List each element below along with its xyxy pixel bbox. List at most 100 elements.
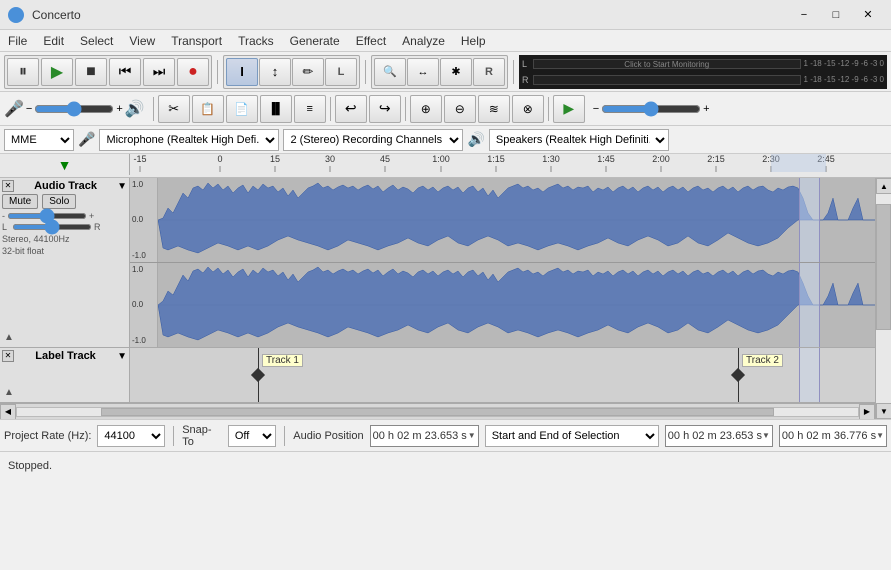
menu-edit[interactable]: Edit xyxy=(35,32,72,50)
api-select[interactable]: MME xyxy=(4,129,74,151)
menu-view[interactable]: View xyxy=(121,32,163,50)
selection-type-select[interactable]: Start and End of Selection xyxy=(485,425,659,447)
vscroll-down-button[interactable]: ▼ xyxy=(876,403,891,419)
playback-slider[interactable] xyxy=(601,105,701,113)
copy-button[interactable]: 📋 xyxy=(192,95,224,123)
speaker-select[interactable]: Speakers (Realtek High Definiti... xyxy=(489,129,669,151)
input-gain-slider[interactable] xyxy=(34,105,114,113)
label-track: ✕ Label Track ▼ ▲ Track 1 xyxy=(0,348,875,403)
envelope-tool-button[interactable]: ↕ xyxy=(259,58,291,86)
vu-meter-r[interactable] xyxy=(533,75,801,85)
label-text-1: Track 1 xyxy=(262,354,303,367)
label-text-2: Track 2 xyxy=(742,354,783,367)
edit-toolbar: 🎤 − + 🔊 ✂ 📋 📄 ▐▌ ≡ ↩ ↪ ⊕ ⊖ ≋ ⊗ ▶ − + xyxy=(0,92,891,126)
audio-track-waveform[interactable]: 1.0 0.0 -1.0 1.0 xyxy=(130,178,875,347)
audio-track-close-button[interactable]: ✕ xyxy=(2,180,14,192)
vu-meter-l[interactable]: Click to Start Monitoring xyxy=(533,59,801,69)
snap-to-select[interactable]: Off xyxy=(228,425,277,447)
microphone-select[interactable]: Microphone (Realtek High Defi... xyxy=(99,129,279,151)
hscroll-left-button[interactable]: ◀ xyxy=(0,404,16,420)
maximize-button[interactable]: □ xyxy=(821,4,851,26)
zoom-fit-button[interactable]: ⊖ xyxy=(444,95,476,123)
mic-button-r[interactable]: R xyxy=(473,58,505,86)
multi-tool-button[interactable]: ✱ xyxy=(440,58,472,86)
hscroll-track[interactable] xyxy=(16,407,859,417)
svg-text:30: 30 xyxy=(325,154,335,164)
audio-position-label: Audio Position xyxy=(293,430,363,442)
channels-select[interactable]: 2 (Stereo) Recording Channels xyxy=(283,129,463,151)
mute-button[interactable]: Mute xyxy=(2,194,38,209)
paste-button[interactable]: 📄 xyxy=(226,95,258,123)
track-collapse-icon[interactable]: ▲ xyxy=(4,332,14,343)
draw-tool-button[interactable]: ✏ xyxy=(292,58,324,86)
menu-select[interactable]: Select xyxy=(72,32,121,50)
separator-2 xyxy=(365,60,366,84)
selection-start-dropdown[interactable]: ▼ xyxy=(762,431,770,440)
menu-help[interactable]: Help xyxy=(453,32,494,50)
pause-button[interactable]: ⏸ xyxy=(7,58,39,86)
pan-slider[interactable] xyxy=(12,224,92,230)
ruler-scale: -15 0 15 30 45 1:00 1:15 1:30 1:45 xyxy=(130,154,875,175)
vscroll-up-button[interactable]: ▲ xyxy=(876,178,891,194)
zoom-in-button[interactable]: 🔍 xyxy=(374,58,406,86)
vu-l-label: L xyxy=(522,59,530,69)
menu-tracks[interactable]: Tracks xyxy=(230,32,282,50)
undo-button[interactable]: ↩ xyxy=(335,95,367,123)
project-rate-label: Project Rate (Hz): xyxy=(4,430,91,442)
mic-button-l[interactable]: L xyxy=(325,58,357,86)
menu-transport[interactable]: Transport xyxy=(163,32,230,50)
label-track-collapse-icon[interactable]: ▲ xyxy=(4,387,14,398)
redo-button[interactable]: ↪ xyxy=(369,95,401,123)
svg-text:-15: -15 xyxy=(133,154,146,164)
selection-end-dropdown[interactable]: ▼ xyxy=(876,431,884,440)
ruler: ▼ -15 0 15 30 45 1:00 1:15 1: xyxy=(0,154,891,178)
vu-r-label: R xyxy=(522,75,530,85)
vscroll-track[interactable] xyxy=(876,194,891,403)
selection-start-input[interactable]: 00 h 02 m 23.653 s ▼ xyxy=(665,425,773,447)
cut-button[interactable]: ✂ xyxy=(158,95,190,123)
solo-button[interactable]: Solo xyxy=(42,194,76,209)
menu-generate[interactable]: Generate xyxy=(282,32,348,50)
label-track-dropdown-icon[interactable]: ▼ xyxy=(117,351,127,362)
zoom-wav-button[interactable]: ≋ xyxy=(478,95,510,123)
hscroll-right-button[interactable]: ▶ xyxy=(859,404,875,420)
separator-1 xyxy=(217,60,218,84)
minimize-button[interactable]: − xyxy=(789,4,819,26)
vu-scale-r: 1 -18 -15 -12 -9 -6 -3 0 xyxy=(804,59,884,68)
menu-effect[interactable]: Effect xyxy=(348,32,394,50)
zoom-toggle-button[interactable]: ⊗ xyxy=(512,95,544,123)
audio-position-input[interactable]: 00 h 02 m 23.653 s ▼ xyxy=(370,425,479,447)
select-tool-button[interactable]: I xyxy=(226,58,258,86)
waveform-svg-bottom xyxy=(158,263,875,348)
selection-end-input[interactable]: 00 h 02 m 36.776 s ▼ xyxy=(779,425,887,447)
playback-start-button[interactable]: ▶ xyxy=(553,95,585,123)
svg-text:1:15: 1:15 xyxy=(487,154,505,164)
hscroll-thumb[interactable] xyxy=(101,408,774,416)
play-button[interactable]: ▶ xyxy=(41,58,73,86)
stop-button[interactable]: ■ xyxy=(75,58,107,86)
record-button[interactable]: ● xyxy=(177,58,209,86)
pan-l-label: L xyxy=(2,222,10,232)
audio-position-dropdown[interactable]: ▼ xyxy=(468,431,476,440)
trim-button[interactable]: ▐▌ xyxy=(260,95,292,123)
silence-button[interactable]: ≡ xyxy=(294,95,326,123)
ruler-arrow-icon: ▼ xyxy=(58,157,72,173)
zoom-sel-button[interactable]: ⊕ xyxy=(410,95,442,123)
next-button[interactable]: ⏭ xyxy=(143,58,175,86)
app-icon xyxy=(8,7,24,23)
vu-scale-r2: 1 -18 -15 -12 -9 -6 -3 0 xyxy=(804,75,884,84)
selection-start-value: 00 h 02 m 23.653 s xyxy=(668,430,762,442)
selection-highlight-bottom xyxy=(799,263,820,348)
separator-7 xyxy=(548,97,549,121)
prev-button[interactable]: ⏮ xyxy=(109,58,141,86)
project-rate-select[interactable]: 44100 xyxy=(97,425,165,447)
audio-track-dropdown-icon[interactable]: ▼ xyxy=(117,181,127,192)
y-axis-top2: 1.0 xyxy=(132,265,155,274)
menu-file[interactable]: File xyxy=(0,32,35,50)
vscroll-thumb[interactable] xyxy=(876,204,891,329)
label-track-name: Label Track xyxy=(14,350,117,362)
menu-analyze[interactable]: Analyze xyxy=(394,32,453,50)
close-button[interactable]: ✕ xyxy=(853,4,883,26)
label-track-close-button[interactable]: ✕ xyxy=(2,350,14,362)
fit-button[interactable]: ↔ xyxy=(407,58,439,86)
